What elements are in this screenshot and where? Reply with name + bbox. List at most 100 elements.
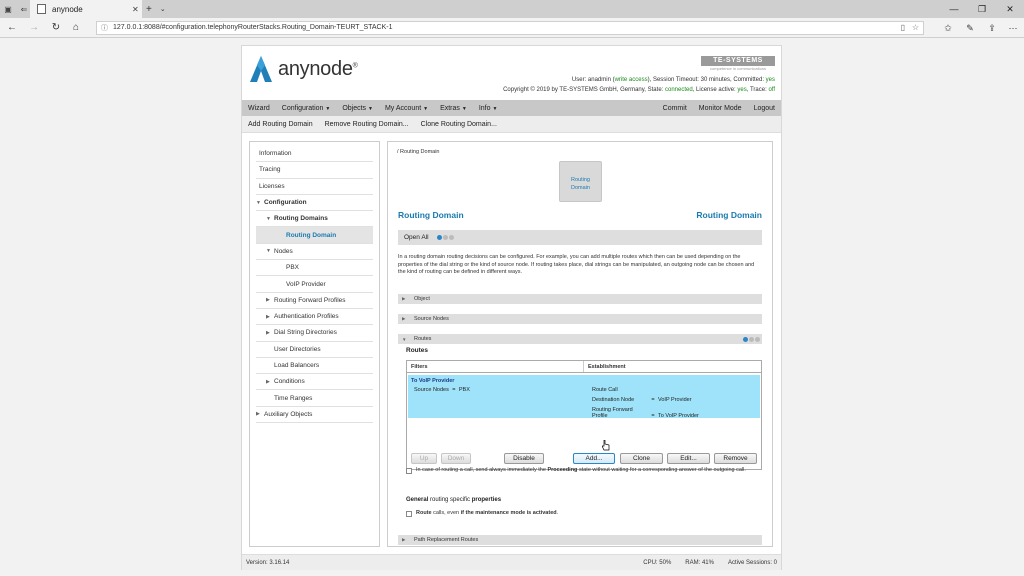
clone-routing-domain-link[interactable]: Clone Routing Domain...	[415, 121, 503, 128]
add-circle-icon[interactable]	[436, 235, 442, 240]
clone-button[interactable]: Clone	[620, 453, 663, 464]
sidebar-item-load-balancers[interactable]: Load Balancers	[256, 358, 373, 375]
collapsed-arrow-icon[interactable]: ▶	[266, 379, 274, 385]
edit-circle-icon[interactable]	[749, 336, 754, 342]
sidebar-item-authentication-profiles[interactable]: ▶ Authentication Profiles	[256, 309, 373, 326]
collapsed-arrow-icon[interactable]: ▶	[266, 314, 274, 320]
add-button[interactable]: Add...	[573, 453, 615, 464]
sidebar-item-tracing[interactable]: Tracing	[256, 162, 373, 179]
back-icon[interactable]: ←	[2, 18, 22, 38]
section-path-replacement-routes[interactable]: ▶ Path Replacement Routes	[398, 535, 762, 545]
route-filter: Source Nodes = PBX	[414, 387, 470, 393]
more-icon[interactable]: ⋯	[1003, 18, 1023, 38]
main-menu: Wizard Configuration ▼ Objects ▼ My Acco…	[242, 100, 781, 116]
maximize-icon[interactable]: ❐	[968, 0, 996, 18]
browser-tab[interactable]: anynode ✕	[30, 0, 142, 18]
expanded-arrow-icon[interactable]: ▼	[266, 248, 274, 254]
favorites-icon[interactable]: ✩	[938, 18, 958, 38]
down-button[interactable]: Down	[441, 453, 471, 464]
collapsed-arrow-icon[interactable]: ▶	[266, 297, 274, 303]
sidebar-item-routing-domain[interactable]: Routing Domain	[256, 227, 373, 244]
mouse-cursor-icon	[601, 439, 610, 451]
description-text: In a routing domain routing decisions ca…	[398, 254, 755, 275]
collapsed-arrow-icon[interactable]: ▶	[266, 330, 274, 336]
reading-view-icon[interactable]: ▯	[901, 22, 905, 34]
anynode-logo-icon	[250, 56, 272, 82]
disable-button[interactable]: Disable	[504, 453, 544, 464]
menu-objects[interactable]: Objects ▼	[336, 105, 379, 112]
expanded-arrow-icon[interactable]: ▼	[256, 200, 264, 206]
routes-table: Filters Establishment To VoIP Provider S…	[406, 360, 762, 470]
add-circle-icon[interactable]	[743, 336, 748, 342]
ram-text: RAM: 41%	[685, 559, 714, 566]
sidebar-item-information[interactable]: Information	[256, 146, 373, 163]
action-bar: Add Routing Domain Remove Routing Domain…	[242, 116, 781, 133]
close-tab-icon[interactable]: ✕	[132, 5, 142, 14]
add-routing-domain-link[interactable]: Add Routing Domain	[242, 121, 319, 128]
notes-icon[interactable]: ✎	[960, 18, 980, 38]
maintenance-checkbox[interactable]	[406, 511, 412, 517]
collapsed-arrow-icon[interactable]: ▶	[402, 296, 414, 302]
routes-label: Routes	[406, 347, 429, 354]
expanded-arrow-icon[interactable]: ▼	[402, 337, 414, 342]
url-input[interactable]: ⓘ 127.0.0.1:8088/#configuration.telephon…	[96, 21, 924, 35]
sidebar-item-time-ranges[interactable]: Time Ranges	[256, 390, 373, 407]
open-all-button[interactable]: Open All	[404, 234, 429, 241]
remove-circle-icon[interactable]	[755, 336, 760, 342]
sidebar-item-dial-string-directories[interactable]: ▶ Dial String Directories	[256, 325, 373, 342]
sidebar-item-nodes[interactable]: ▼ Nodes	[256, 244, 373, 261]
menu-logout[interactable]: Logout	[748, 105, 781, 112]
site-info-icon[interactable]: ⓘ	[101, 23, 108, 35]
main-panel: / Routing Domain Routing Domain Routing …	[387, 141, 773, 547]
te-systems-tagline: competence in communications	[709, 66, 767, 71]
sidebar-item-pbx[interactable]: PBX	[256, 260, 373, 277]
close-window-icon[interactable]: ✕	[996, 0, 1024, 18]
tab-list-chevron-icon[interactable]: ⌄	[160, 5, 166, 13]
proceeding-checkbox[interactable]	[406, 468, 412, 474]
sidebar-item-configuration[interactable]: ▼ Configuration	[256, 195, 373, 212]
sidebar-item-routing-forward-profiles[interactable]: ▶ Routing Forward Profiles	[256, 293, 373, 309]
sidebar-item-user-directories[interactable]: User Directories	[256, 342, 373, 358]
section-routes[interactable]: ▼ Routes	[398, 334, 762, 344]
menu-my-account[interactable]: My Account ▼	[379, 105, 434, 112]
sidebar-item-conditions[interactable]: ▶ Conditions	[256, 374, 373, 391]
table-row[interactable]: To VoIP Provider Source Nodes = PBX Route …	[408, 375, 760, 419]
edit-circle-icon[interactable]	[442, 235, 448, 240]
up-button[interactable]: Up	[411, 453, 437, 464]
column-establishment[interactable]: Establishment	[584, 361, 630, 372]
favorite-star-icon[interactable]: ☆	[912, 22, 919, 34]
section-source-nodes[interactable]: ▶ Source Nodes	[398, 314, 762, 324]
minimize-icon[interactable]: —	[940, 0, 968, 18]
sidebar-item-licenses[interactable]: Licenses	[256, 179, 373, 195]
status-footer: Version: 3.16.14 CPU: 50% RAM: 41% Activ…	[242, 554, 781, 570]
menu-commit[interactable]: Commit	[657, 105, 693, 112]
remove-button[interactable]: Remove	[714, 453, 757, 464]
menu-wizard[interactable]: Wizard	[242, 105, 276, 112]
collapsed-arrow-icon[interactable]: ▶	[256, 411, 264, 417]
general-properties-label: General routing specific properties	[406, 497, 502, 503]
tab-actions-icon[interactable]: ▣	[0, 0, 16, 18]
menu-configuration[interactable]: Configuration ▼	[276, 105, 337, 112]
expanded-arrow-icon[interactable]: ▼	[266, 216, 274, 222]
menu-info[interactable]: Info ▼	[473, 105, 504, 112]
section-object[interactable]: ▶ Object	[398, 294, 762, 304]
sidebar-item-voip-provider[interactable]: VoIP Provider	[256, 276, 373, 293]
remove-circle-icon[interactable]	[448, 235, 454, 240]
edit-button[interactable]: Edit...	[667, 453, 710, 464]
maintenance-checkbox-row: Route calls, even if the maintenance mod…	[406, 510, 558, 518]
refresh-icon[interactable]: ↻	[46, 18, 66, 38]
forward-icon[interactable]: →	[24, 18, 44, 38]
home-icon[interactable]: ⌂	[66, 18, 86, 38]
collapsed-arrow-icon[interactable]: ▶	[402, 537, 414, 543]
share-icon[interactable]: ⇪	[982, 18, 1002, 38]
column-filters[interactable]: Filters	[407, 361, 584, 372]
new-tab-icon[interactable]: +	[146, 4, 152, 15]
collapsed-arrow-icon[interactable]: ▶	[402, 316, 414, 322]
table-header: Filters Establishment	[407, 361, 761, 373]
sidebar-item-auxiliary-objects[interactable]: ▶ Auxiliary Objects	[256, 407, 373, 424]
sidebar-item-routing-domains[interactable]: ▼ Routing Domains	[256, 211, 373, 228]
proceeding-checkbox-row: In case of routing a call, send always i…	[406, 467, 762, 475]
remove-routing-domain-link[interactable]: Remove Routing Domain...	[319, 121, 415, 128]
menu-monitor-mode[interactable]: Monitor Mode	[693, 105, 748, 112]
menu-extras[interactable]: Extras ▼	[434, 105, 473, 112]
